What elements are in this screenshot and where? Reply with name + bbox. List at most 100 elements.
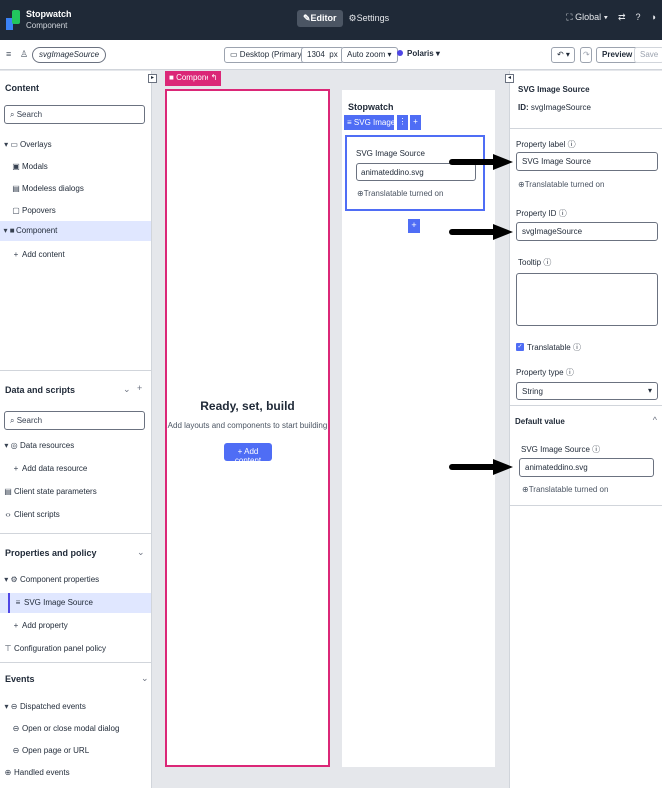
chevron-up-icon[interactable]: ^ — [653, 415, 657, 425]
empty-state-subtitle: Add layouts and components to start buil… — [167, 421, 328, 430]
panel-divider — [510, 128, 662, 129]
handled-event-icon: ⊕ — [4, 768, 12, 777]
collapse-right-icon[interactable]: ◂ — [505, 74, 514, 83]
save-button[interactable]: Save — [634, 47, 662, 63]
state-icon: ▤ — [4, 487, 12, 496]
width-input[interactable]: 1304 px — [301, 47, 344, 63]
sidebar-item-popovers[interactable]: ▢ Popovers — [0, 201, 151, 221]
scope-icon: ⛶ — [566, 12, 573, 22]
undo-button[interactable]: ↶ ▾ — [551, 47, 575, 63]
sidebar-item-config-policy[interactable]: ⊤ Configuration panel policy — [0, 639, 151, 659]
plus-icon: + — [13, 464, 19, 473]
tooltip-label: Tooltip ⓘ — [518, 257, 551, 268]
sidebar-item-data-resources[interactable]: ▾ ◎ Data resources — [0, 436, 151, 456]
sidebar-item-open-page-url[interactable]: ⊖ Open page or URL — [0, 741, 151, 761]
app-title-block: Stopwatch Component — [26, 9, 72, 31]
sidebar-item-handled-events[interactable]: ⊕ Handled events — [0, 763, 151, 783]
sidebar-item-label: Modeless dialogs — [22, 184, 84, 193]
tooltip-textarea[interactable] — [516, 273, 658, 326]
component-selector-pill[interactable]: svgImageSource — [32, 47, 107, 63]
dialog-icon: ▤ — [12, 184, 20, 193]
sidebar-item-component[interactable]: ▾ ■Component — [0, 221, 151, 241]
sidebar-item-client-state[interactable]: ▤ Client state parameters — [0, 482, 151, 502]
sidebar-item-client-scripts[interactable]: ‹› Client scripts — [0, 505, 151, 525]
sidebar-item-modals[interactable]: ▣ Modals — [0, 157, 151, 177]
info-icon[interactable]: ⓘ — [566, 368, 574, 377]
theme-dot-icon — [397, 50, 403, 56]
sidebar-item-label: Configuration panel policy — [14, 644, 107, 653]
menu-icon[interactable]: ≡ — [6, 49, 11, 59]
data-search-placeholder: Search — [16, 416, 43, 425]
theme-label: Polaris — [407, 49, 434, 58]
add-property-link[interactable]: + Add property — [0, 616, 151, 636]
collapse-left-icon[interactable]: ▸ — [148, 74, 157, 83]
redo-button[interactable]: ↷ — [580, 47, 592, 63]
more-options-icon[interactable]: ⋮ — [397, 115, 408, 130]
add-data-resource-link[interactable]: + Add data resource — [0, 459, 151, 479]
label-text: Property ID — [516, 209, 557, 218]
help-icon[interactable]: ? — [636, 12, 641, 23]
sidebar-item-label: Add property — [22, 621, 68, 630]
theme-toggle-icon[interactable]: ◑ — [651, 12, 656, 23]
scope-selector[interactable]: ⛶ Global ▾ — [566, 12, 608, 23]
info-icon[interactable]: ⓘ — [592, 445, 600, 454]
search-icon: ⌕ — [10, 416, 15, 425]
info-icon[interactable]: ⓘ — [559, 209, 567, 218]
add-below-icon[interactable]: + — [408, 219, 420, 233]
theme-select[interactable]: Polaris ▾ — [397, 49, 440, 58]
config-title: SVG Image Source — [518, 85, 590, 94]
sidebar-item-svg-image-source[interactable]: ≡ SVG Image Source — [0, 593, 151, 613]
tab-editor[interactable]: ✎Editor — [297, 10, 343, 27]
add-content-link[interactable]: + Add content — [0, 245, 151, 265]
tab-settings[interactable]: ⚙Settings — [347, 10, 392, 27]
width-value: 1304 — [307, 50, 325, 59]
add-data-plus-icon[interactable]: + — [137, 383, 142, 393]
info-icon[interactable]: ⓘ — [568, 140, 576, 149]
sidebar-item-overlays[interactable]: ▾ ▭ Overlays — [0, 135, 151, 155]
sidebar-item-label: Component — [16, 226, 58, 235]
default-field-label: SVG Image Source ⓘ — [521, 444, 600, 455]
sidebar-item-label: Handled events — [14, 768, 70, 777]
sidebar-item-modeless-dialogs[interactable]: ▤ Modeless dialogs — [0, 179, 151, 199]
width-unit: px — [329, 50, 338, 59]
info-icon[interactable]: ⓘ — [543, 258, 551, 267]
property-id-input[interactable]: svgImageSource — [516, 222, 658, 241]
plus-icon: + — [13, 621, 19, 630]
chevron-down-icon[interactable]: ⌄ — [141, 673, 149, 684]
empty-state-title: Ready, set, build — [200, 399, 295, 413]
preview-button[interactable]: Preview — [596, 47, 639, 63]
content-search-input[interactable]: ⌕ Search — [4, 105, 145, 124]
component-parent-icon[interactable]: ↰ — [208, 71, 220, 86]
sidebar-item-label: Dispatched events — [20, 702, 86, 711]
translatable-note: ⊕Translatable turned on — [357, 189, 443, 198]
svg-source-field-preview[interactable]: SVG Image Source animateddino.svg ⊕Trans… — [345, 135, 485, 211]
sidebar-item-component-properties[interactable]: ▾ ⚙ Component properties — [0, 570, 151, 590]
property-type-select[interactable]: String ▾ — [516, 382, 658, 400]
chevron-down-icon[interactable]: ⌄ — [123, 384, 131, 395]
event-icon: ⊖ — [12, 724, 20, 733]
default-value-input[interactable]: animateddino.svg — [519, 458, 654, 477]
sidebar-item-label: Open or close modal dialog — [22, 724, 120, 733]
monitor-icon: ▭ — [230, 50, 238, 59]
section-divider — [0, 662, 151, 663]
translatable-note: ⊕Translatable turned on — [518, 180, 604, 189]
sidebar-item-label: Popovers — [22, 206, 56, 215]
zoom-select[interactable]: Auto zoom ▾ — [341, 47, 398, 63]
translatable-checkbox[interactable]: ✓ — [516, 343, 524, 351]
sidebar-item-dispatched-events[interactable]: ▾ ⊖ Dispatched events — [0, 697, 151, 717]
add-content-button[interactable]: + Add content — [224, 443, 272, 465]
data-search-input[interactable]: ⌕ Search — [4, 411, 145, 430]
selected-element-chip[interactable]: ≡ SVG Image S... — [344, 115, 394, 130]
sidebar-item-open-close-modal[interactable]: ⊖ Open or close modal dialog — [0, 719, 151, 739]
add-icon[interactable]: + — [410, 115, 421, 130]
component-frame[interactable]: Ready, set, build Add layouts and compon… — [165, 89, 330, 767]
share-icon[interactable]: ⇄ — [618, 12, 626, 23]
chevron-down-icon[interactable]: ⌄ — [137, 547, 145, 558]
tree-icon[interactable]: ♙ — [20, 49, 28, 60]
config-panel: SVG Image Source ID: svgImageSource Prop… — [509, 71, 662, 788]
label-text: Property label — [516, 140, 566, 149]
property-label-input[interactable]: SVG Image Source — [516, 152, 658, 171]
info-icon[interactable]: ⓘ — [573, 343, 581, 352]
sidebar-item-label: Add data resource — [22, 464, 88, 473]
plus-icon: + — [13, 250, 19, 259]
